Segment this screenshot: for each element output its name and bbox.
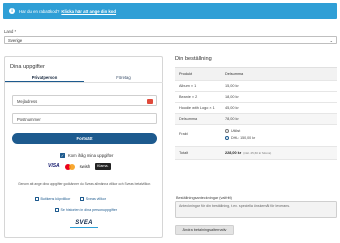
country-label: Land * [4, 29, 17, 34]
svea-logo: SVEA [69, 220, 99, 232]
freight-options: Utlöst DHL: 150,00 kr [225, 125, 337, 140]
svea-terms-label: Sveas villkor [85, 197, 106, 201]
radio-icon[interactable] [225, 129, 229, 133]
order-notes-field[interactable]: Anteckningar för din beställning, t.ex. … [175, 201, 337, 218]
column-product: Produkt [179, 72, 193, 76]
checkbox-checked-icon[interactable]: ✓ [60, 153, 65, 158]
document-icon [55, 208, 59, 212]
country-select[interactable]: Sverige ⌄ [4, 36, 337, 44]
payment-title: Dina uppgifter [10, 64, 45, 70]
privacy-label: Se historien in dina personuppgifter [60, 208, 118, 212]
total-label: Totalt [179, 151, 189, 155]
info-icon: i [9, 8, 15, 14]
autofill-icon [147, 99, 153, 104]
coupon-banner: i Har du en rabattkod? Klicka här att an… [3, 3, 337, 19]
radio-selected-icon[interactable] [225, 136, 229, 140]
chevron-down-icon: ⌄ [329, 38, 333, 43]
customer-type-tabs: Privatperson Företag [5, 73, 163, 83]
subtotal-row: Delsumma 78,00 kr [175, 114, 337, 125]
freight-option-pickup[interactable]: Utlöst [225, 129, 337, 133]
table-row: Beanie × 2 18,00 kr [175, 92, 337, 103]
swish-logo: swish [79, 164, 91, 169]
klarna-logo: Klarna. [95, 163, 111, 170]
continue-button[interactable]: Fortsätt [12, 133, 157, 144]
change-payment-button[interactable]: Ändra betalningsalternativ [175, 225, 234, 235]
remember-me[interactable]: ✓ Kom ihåg mina uppgifter [60, 153, 113, 158]
column-subtotal: Delsumma [225, 72, 244, 76]
document-icon [35, 197, 39, 201]
document-icon [80, 197, 85, 201]
total-vat: (inkl. 45,60 kr Moms) [243, 151, 272, 155]
visa-logo: VISA [48, 163, 60, 169]
svea-wordmark: SVEA [75, 220, 93, 226]
subtotal-label: Delsumma [179, 117, 198, 121]
item-name: Beanie × 2 [179, 95, 198, 99]
total-value: 228,00 kr [225, 151, 242, 155]
freight-option-dhl[interactable]: DHL: 150,00 kr [225, 136, 337, 140]
svea-terms-link[interactable]: Sveas villkor [80, 197, 106, 201]
table-header: Produkt Delsumma [175, 68, 337, 81]
store-terms-link[interactable]: Butikens köpvillkor [35, 197, 70, 201]
mastercard-logo [64, 163, 75, 170]
order-title: Din beställning [175, 56, 212, 62]
freight-row: Frakt Utlöst DHL: 150,00 kr [175, 125, 337, 147]
item-price: 45,00 kr [225, 106, 239, 110]
freight-option-label: DHL: 150,00 kr [231, 136, 256, 140]
item-price: 18,00 kr [225, 95, 239, 99]
postal-code-field[interactable]: Postnummer [12, 113, 157, 124]
store-terms-label: Butikens köpvillkor [40, 197, 71, 201]
freight-label: Frakt [179, 132, 188, 136]
coupon-link[interactable]: Klicka här att ange din kod [61, 9, 116, 14]
country-value: Sverige [8, 38, 23, 43]
tab-company[interactable]: Företag [84, 73, 163, 82]
privacy-link[interactable]: Se historien in dina personuppgifter [55, 208, 117, 212]
tab-private[interactable]: Privatperson [5, 73, 84, 82]
order-table: Produkt Delsumma Album × 1 15,00 kr Bean… [175, 67, 337, 160]
email-field[interactable]: Mejladress [12, 95, 157, 106]
email-placeholder: Mejladress [17, 99, 38, 104]
terms-text: Genom att ange dina uppgifter godkänner … [18, 182, 151, 186]
total-row: Totalt 228,00 kr (inkl. 45,60 kr Moms) [175, 147, 337, 160]
item-price: 15,00 kr [225, 84, 239, 88]
freight-option-label: Utlöst [231, 129, 241, 133]
subtotal-value: 78,00 kr [225, 117, 239, 121]
payment-logos: VISA swish Klarna. [47, 163, 111, 170]
remarks-label: Beställningsanteckningar (valfritt) [176, 196, 232, 200]
postal-placeholder: Postnummer [17, 117, 41, 122]
table-row: Hoodie with Logo × 1 45,00 kr [175, 103, 337, 114]
item-name: Hoodie with Logo × 1 [179, 106, 215, 110]
order-notes-placeholder: Anteckningar för din beställning, t.ex. … [179, 204, 291, 208]
item-name: Album × 1 [179, 84, 197, 88]
table-row: Album × 1 15,00 kr [175, 81, 337, 92]
coupon-text: Har du en rabattkod? [19, 8, 60, 14]
remember-label: Kom ihåg mina uppgifter [68, 153, 114, 158]
terms-links: Butikens köpvillkor Sveas villkor [35, 197, 106, 201]
payment-card: Dina uppgifter Privatperson Företag Mejl… [4, 56, 163, 238]
